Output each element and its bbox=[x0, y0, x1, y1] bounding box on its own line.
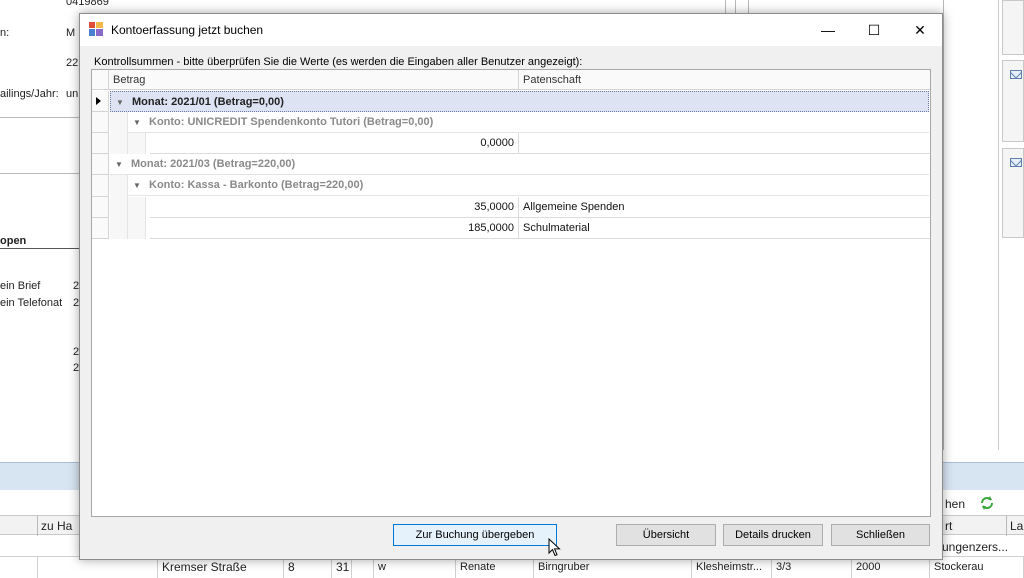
current-row-icon bbox=[96, 97, 101, 105]
close-dialog-button[interactable]: Schließen bbox=[831, 524, 930, 546]
betrag-cell[interactable]: 0,0000 bbox=[150, 133, 519, 154]
dialog-title: Kontoerfassung jetzt buchen bbox=[111, 23, 264, 37]
bg-grid-col-header[interactable]: La bbox=[1010, 519, 1023, 533]
group-row-label: Konto: UNICREDIT Spendenkonto Tutori (Be… bbox=[149, 116, 434, 128]
bg-grid-cell: 3/3 bbox=[772, 557, 852, 578]
bg-grid-col-header[interactable]: zu Ha bbox=[41, 519, 72, 533]
bg-grid-cell: 2000 bbox=[852, 557, 930, 578]
bg-grid-cell: w bbox=[374, 557, 456, 578]
bg-field-label: n: bbox=[0, 27, 10, 39]
patenschaft-cell[interactable]: Schulmaterial bbox=[519, 218, 930, 239]
dialog-caption: Kontrollsummen - bitte überprüfen Sie di… bbox=[94, 56, 583, 68]
bg-field-value: 22 bbox=[66, 57, 79, 69]
patenschaft-cell[interactable] bbox=[519, 133, 930, 154]
minimize-button[interactable]: — bbox=[805, 14, 851, 46]
group-row-account[interactable]: ▼ Konto: UNICREDIT Spendenkonto Tutori (… bbox=[128, 112, 929, 133]
bg-grid-cell: Birngruber bbox=[534, 557, 692, 578]
mail-icon bbox=[1010, 70, 1022, 79]
bg-field-value: un bbox=[66, 88, 79, 100]
bg-grid-cell: Stockerau bbox=[930, 557, 1024, 578]
strip-label: hen bbox=[945, 497, 966, 511]
bg-grid-col-header[interactable]: rt bbox=[945, 519, 952, 533]
divider bbox=[748, 0, 749, 14]
maximize-icon: ☐ bbox=[867, 21, 881, 38]
divider bbox=[943, 0, 944, 450]
divider bbox=[735, 0, 736, 14]
row-indicator[interactable] bbox=[92, 197, 109, 218]
right-panel-box bbox=[1002, 0, 1024, 55]
bg-grid-cell: ungenzers... bbox=[942, 540, 1009, 554]
row-indicator[interactable] bbox=[92, 133, 109, 154]
divider bbox=[0, 117, 79, 118]
row-indicator[interactable] bbox=[92, 218, 109, 239]
group-row-label: Monat: 2021/01 (Betrag=0,00) bbox=[132, 96, 284, 108]
group-row-label: Monat: 2021/03 (Betrag=220,00) bbox=[131, 158, 296, 170]
divider bbox=[0, 248, 79, 249]
bg-grid-cell: Klesheimstr... bbox=[692, 557, 772, 578]
dialog-titlebar[interactable]: Kontoerfassung jetzt buchen — ☐ ✕ bbox=[80, 14, 942, 46]
collapse-icon[interactable]: ▼ bbox=[131, 112, 143, 133]
print-details-button[interactable]: Details drucken bbox=[723, 524, 823, 546]
collapse-icon[interactable]: ▼ bbox=[114, 92, 126, 113]
bg-list-item[interactable]: ein Telefonat bbox=[0, 297, 62, 309]
close-icon: ✕ bbox=[914, 21, 926, 38]
divider bbox=[0, 173, 79, 174]
row-indicator[interactable] bbox=[92, 112, 109, 133]
bg-field-value: M bbox=[66, 27, 76, 39]
overview-button[interactable]: Übersicht bbox=[616, 524, 716, 546]
bg-grid-cell: Renate bbox=[456, 557, 534, 578]
bg-id-value: 0419869 bbox=[66, 0, 109, 8]
app-icon bbox=[89, 22, 103, 36]
collapse-icon[interactable]: ▼ bbox=[131, 175, 143, 196]
control-sum-grid[interactable]: Betrag Patenschaft ▼ Monat: 2021/01 (Bet… bbox=[91, 69, 931, 517]
close-window-button[interactable]: ✕ bbox=[897, 14, 943, 46]
bg-grid-cell: 31 bbox=[332, 557, 352, 578]
bg-section-title: open bbox=[0, 235, 27, 247]
minimize-icon: — bbox=[821, 22, 835, 38]
mouse-cursor-icon bbox=[548, 537, 562, 558]
group-row-label: Konto: Kassa - Barkonto (Betrag=220,00) bbox=[149, 179, 364, 191]
column-header-betrag[interactable]: Betrag bbox=[109, 70, 519, 90]
collapse-icon[interactable]: ▼ bbox=[113, 154, 125, 175]
row-indicator[interactable] bbox=[92, 91, 109, 112]
patenschaft-cell[interactable]: Allgemeine Spenden bbox=[519, 197, 930, 218]
column-header-patenschaft[interactable]: Patenschaft bbox=[519, 70, 930, 90]
refresh-icon[interactable] bbox=[978, 494, 996, 512]
group-row-month[interactable]: ▼ Monat: 2021/03 (Betrag=220,00) bbox=[110, 154, 929, 175]
submit-booking-button[interactable]: Zur Buchung übergeben bbox=[393, 524, 557, 546]
bg-grid-cell: 8 bbox=[284, 557, 332, 578]
group-row-month[interactable]: ▼ Monat: 2021/01 (Betrag=0,00) bbox=[110, 91, 929, 112]
mail-icon bbox=[1010, 158, 1022, 167]
bg-list-item[interactable]: ein Brief bbox=[0, 280, 40, 292]
booking-dialog: Kontoerfassung jetzt buchen — ☐ ✕ Kontro… bbox=[79, 13, 943, 560]
grid-header: Betrag Patenschaft bbox=[92, 70, 930, 90]
betrag-cell[interactable]: 35,0000 bbox=[150, 197, 519, 218]
bg-field-label: ailings/Jahr: bbox=[0, 88, 59, 100]
group-row-account[interactable]: ▼ Konto: Kassa - Barkonto (Betrag=220,00… bbox=[128, 175, 929, 196]
betrag-cell[interactable]: 185,0000 bbox=[150, 218, 519, 239]
row-indicator[interactable] bbox=[92, 154, 109, 175]
divider bbox=[725, 0, 726, 14]
maximize-button[interactable]: ☐ bbox=[851, 14, 897, 46]
row-indicator[interactable] bbox=[92, 175, 109, 197]
bg-grid-cell: Kremser Straße bbox=[158, 557, 284, 578]
